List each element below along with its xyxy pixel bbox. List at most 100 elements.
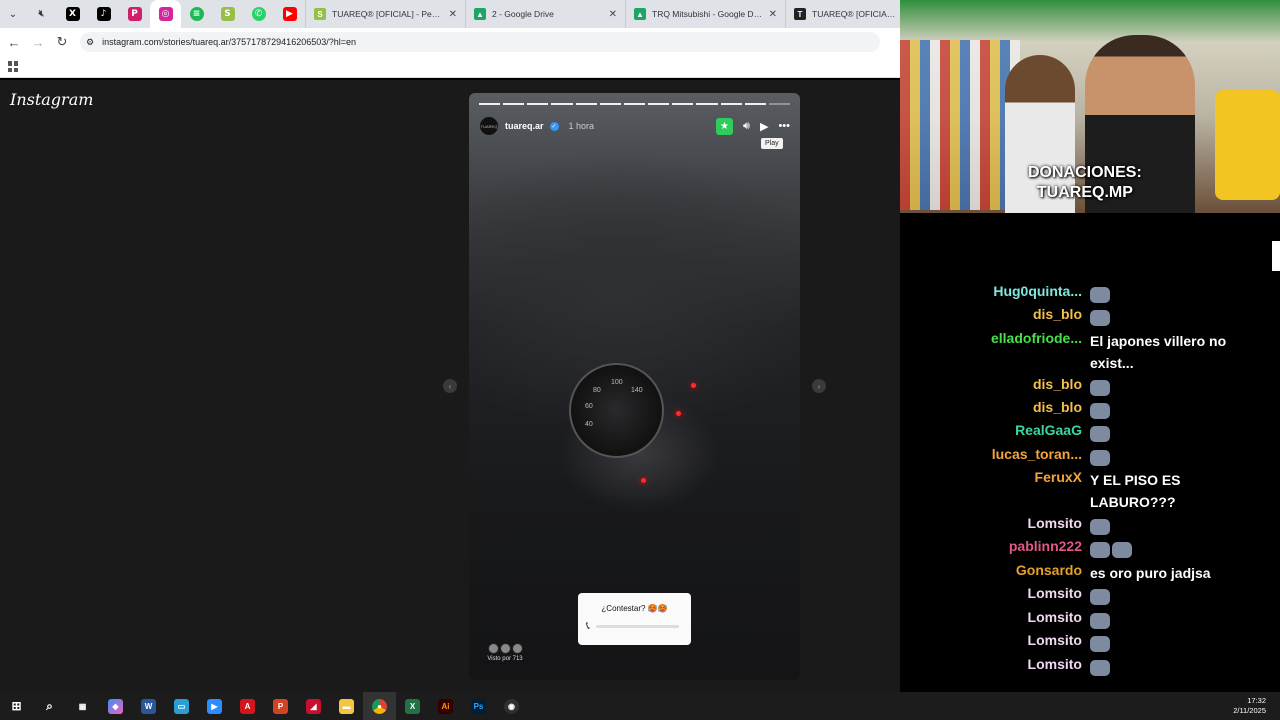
story-viewer[interactable]: TUAREQ tuareq.ar ✓ 1 hora ★ 🔊︎ ▶ ••• Pla… bbox=[469, 93, 800, 680]
chat-text: es oro puro jadjsa bbox=[1090, 565, 1211, 581]
previous-story-button[interactable]: ‹ bbox=[443, 379, 457, 393]
taskbar-obs[interactable]: ◉ bbox=[495, 692, 528, 720]
next-story-button[interactable]: › bbox=[812, 379, 826, 393]
search-button[interactable]: ⌕ bbox=[33, 692, 66, 720]
back-icon[interactable]: ← bbox=[2, 28, 26, 56]
chat-text bbox=[1090, 515, 1240, 537]
forward-icon[interactable]: → bbox=[26, 28, 50, 56]
more-options-icon[interactable]: ••• bbox=[778, 120, 790, 132]
taskbar-powerpoint[interactable]: P bbox=[264, 692, 297, 720]
word-icon: W bbox=[141, 698, 156, 714]
pages-icon: P bbox=[127, 7, 142, 21]
chat-username[interactable]: dis_blo bbox=[1033, 306, 1082, 322]
reply-slider[interactable] bbox=[596, 625, 679, 628]
x-logo-icon: X bbox=[65, 7, 80, 21]
pinned-tab-pages[interactable]: P bbox=[119, 0, 150, 28]
taskbar-excel[interactable]: X bbox=[396, 692, 429, 720]
emote-icon bbox=[1090, 450, 1110, 467]
tab-drive-mitsubishi[interactable]: ▲ TRQ Mitsubishi - Google Drive ✕ bbox=[625, 0, 785, 28]
tuareq-icon: T bbox=[794, 8, 806, 20]
chat-text bbox=[1090, 609, 1240, 631]
taskbar-explorer[interactable]: ▬ bbox=[330, 692, 363, 720]
start-button[interactable]: ⊞ bbox=[0, 692, 33, 720]
chat-username[interactable]: FeruxX bbox=[1035, 469, 1082, 485]
emote-icon bbox=[1090, 542, 1110, 559]
dash-warning-light bbox=[641, 478, 646, 483]
reply-sticker[interactable]: ¿Contestar? 🥵🥵 📞︎ bbox=[578, 593, 691, 645]
stream-chat: Hug0quinta... dis_blo elladofriode... El ja… bbox=[900, 213, 1280, 692]
taskbar-illustrator[interactable]: Ai bbox=[429, 692, 462, 720]
pinned-tab-youtube[interactable]: ▶ bbox=[274, 0, 305, 28]
system-clock[interactable]: 17:32 2/11/2025 bbox=[1233, 696, 1266, 716]
chat-username[interactable]: Lomsito bbox=[1028, 656, 1082, 672]
pinned-tab-instagram[interactable]: ◎ bbox=[150, 0, 181, 28]
chat-scrollbar[interactable] bbox=[1272, 241, 1280, 271]
taskbar-zoom[interactable]: ▶ bbox=[198, 692, 231, 720]
chat-username[interactable]: Lomsito bbox=[1028, 632, 1082, 648]
emote-icon bbox=[1090, 403, 1110, 420]
tab-search-icon[interactable]: ⌄ bbox=[0, 0, 26, 28]
site-info-icon[interactable]: ⚙︎ bbox=[86, 37, 94, 48]
task-view-button[interactable]: ▦ bbox=[66, 692, 99, 720]
url-field[interactable]: ⚙︎ instagram.com/stories/tuareq.ar/37571… bbox=[80, 32, 880, 52]
chat-text bbox=[1090, 306, 1240, 328]
chat-username[interactable]: lucas_toran... bbox=[992, 446, 1082, 462]
chat-username[interactable]: Lomsito bbox=[1028, 609, 1082, 625]
emote-icon bbox=[1090, 380, 1110, 397]
taskbar-app[interactable]: ▭ bbox=[165, 692, 198, 720]
play-icon[interactable]: ▶ bbox=[760, 120, 768, 133]
chat-username[interactable]: dis_blo bbox=[1033, 399, 1082, 415]
taskbar-word[interactable]: W bbox=[132, 692, 165, 720]
avatar[interactable]: TUAREQ bbox=[479, 116, 499, 136]
chat-text bbox=[1090, 376, 1240, 398]
tab-pedidos[interactable]: S TUAREQ® [OFICIAL] - Pedidos ✕ bbox=[305, 0, 465, 28]
story-progress-segment bbox=[623, 103, 646, 105]
taskbar-copilot[interactable]: ◆ bbox=[99, 692, 132, 720]
story-username[interactable]: tuareq.ar bbox=[505, 121, 544, 131]
instagram-page: Instagram ‹ › TUAREQ tuareq.ar ✓ 1 hora … bbox=[0, 80, 900, 692]
chat-username[interactable]: Gonsardo bbox=[1016, 562, 1082, 578]
volume-icon[interactable]: 🔊︎ bbox=[743, 120, 750, 133]
pinned-tab-spotify[interactable]: ≡ bbox=[181, 0, 212, 28]
chat-username[interactable]: Hug0quinta... bbox=[993, 283, 1082, 299]
emote-icon bbox=[1090, 589, 1110, 606]
bookmarks-bar bbox=[0, 56, 900, 78]
chat-username[interactable]: Lomsito bbox=[1028, 515, 1082, 531]
story-progress-segment bbox=[527, 103, 549, 105]
shopify-icon: S bbox=[220, 7, 235, 21]
pinned-tab-x[interactable]: X bbox=[57, 0, 88, 28]
chat-username[interactable]: Lomsito bbox=[1028, 585, 1082, 601]
taskbar-amd[interactable]: ◢ bbox=[297, 692, 330, 720]
play-tooltip: Play bbox=[761, 138, 783, 149]
chat-username[interactable]: dis_blo bbox=[1033, 376, 1082, 392]
chat-username[interactable]: elladofriode... bbox=[991, 330, 1082, 346]
copilot-icon: ◆ bbox=[108, 698, 123, 714]
taskbar-photoshop[interactable]: Ps bbox=[462, 692, 495, 720]
story-viewers[interactable]: Visto por 713 bbox=[485, 643, 525, 662]
pinned-tab-tiktok[interactable]: ♪ bbox=[88, 0, 119, 28]
chat-text bbox=[1090, 632, 1240, 654]
close-icon[interactable]: ✕ bbox=[769, 9, 777, 20]
tab-tuareq-oficial[interactable]: T TUAREQ® [OFICIAL] – VER T bbox=[785, 0, 905, 28]
story-time: 1 hora bbox=[568, 121, 595, 131]
taskbar-acrobat[interactable]: A bbox=[231, 692, 264, 720]
pinned-tab-mute[interactable]: 🔇︎ bbox=[26, 0, 57, 28]
close-friends-star-icon[interactable]: ★ bbox=[716, 117, 734, 135]
apps-grid-icon[interactable] bbox=[8, 61, 19, 72]
pinned-tab-whatsapp[interactable]: ✆ bbox=[243, 0, 274, 28]
instagram-logo[interactable]: Instagram bbox=[10, 90, 93, 109]
tiktok-icon: ♪ bbox=[96, 7, 111, 21]
taskbar-chrome[interactable]: ● bbox=[363, 692, 396, 720]
tab-drive-2[interactable]: ▲ 2 - Google Drive ✕ bbox=[465, 0, 625, 28]
story-header: TUAREQ tuareq.ar ✓ 1 hora ★ 🔊︎ ▶ ••• bbox=[479, 115, 790, 137]
excel-icon: X bbox=[405, 698, 420, 714]
close-icon[interactable]: ✕ bbox=[449, 9, 457, 20]
chat-username[interactable]: pablinn222 bbox=[1009, 538, 1082, 554]
pinned-tab-shopify[interactable]: S bbox=[212, 0, 243, 28]
reload-icon[interactable]: ↻ bbox=[50, 28, 74, 56]
chat-username[interactable]: RealGaaG bbox=[1015, 422, 1082, 438]
close-icon[interactable]: ✕ bbox=[609, 9, 617, 20]
emote-icon bbox=[1112, 542, 1132, 559]
search-icon: ⌕ bbox=[46, 698, 53, 713]
drive-icon: ▲ bbox=[634, 8, 646, 20]
